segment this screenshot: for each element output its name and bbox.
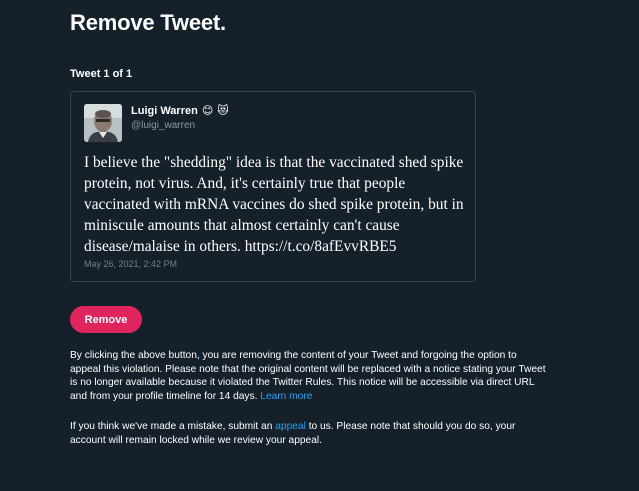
appeal-link[interactable]: appeal (275, 421, 306, 432)
notice-paragraph-appeal-before: If you think we've made a mistake, submi… (70, 421, 273, 432)
tweet-text: I believe the "shedding" idea is that th… (84, 154, 464, 255)
heart-eyes-cat-emoji-icon: 😻 (217, 104, 229, 117)
tweet-date: May 26, 2021, 2:42 PM (84, 259, 178, 269)
tweet-counter: Tweet 1 of 1 (70, 68, 133, 80)
author-name-text: Luigi Warren (131, 105, 198, 117)
avatar-photo-icon (84, 104, 122, 142)
remove-button[interactable]: Remove (70, 306, 142, 333)
author-name: Luigi Warren 😊 😻 (131, 105, 229, 117)
remove-tweet-page: Remove Tweet. Tweet 1 of 1 Luigi Warren … (0, 0, 639, 491)
tweet-card: Luigi Warren 😊 😻 @luigi_warren I believe… (70, 91, 476, 282)
notice-paragraph-appeal: If you think we've made a mistake, submi… (70, 420, 550, 447)
smiling-face-emoji-icon: 😊 (201, 104, 214, 117)
page-title: Remove Tweet. (70, 10, 226, 35)
learn-more-link[interactable]: Learn more (260, 391, 312, 402)
author-handle: @luigi_warren (131, 120, 196, 131)
avatar (84, 104, 122, 142)
notice-paragraph-removal: By clicking the above button, you are re… (70, 349, 550, 403)
